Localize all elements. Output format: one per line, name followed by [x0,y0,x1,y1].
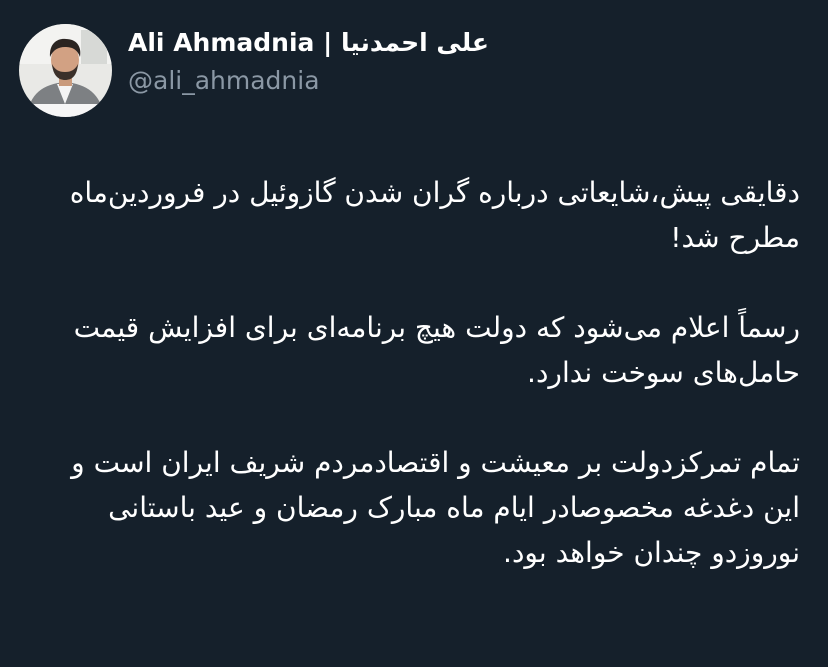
user-handle[interactable]: @ali_ahmadnia [128,64,489,98]
tweet-card: Ali Ahmadnia | علی احمدنیا @ali_ahmadnia… [0,0,828,667]
tweet-header: Ali Ahmadnia | علی احمدنیا @ali_ahmadnia [19,24,489,117]
tweet-paragraph: تمام تمرکزدولت بر معیشت و اقتصادمردم شری… [71,446,800,569]
author-names: Ali Ahmadnia | علی احمدنیا @ali_ahmadnia [128,26,489,98]
profile-photo-icon [19,24,112,117]
avatar[interactable] [19,24,112,117]
tweet-paragraph: رسماً اعلام می‌شود که دولت هیچ برنامه‌ای… [73,311,800,389]
display-name[interactable]: Ali Ahmadnia | علی احمدنیا [128,26,489,60]
tweet-text: دقایقی پیش،شایعاتی درباره گران شدن گازوئ… [40,170,800,575]
tweet-paragraph: دقایقی پیش،شایعاتی درباره گران شدن گازوئ… [69,176,800,254]
